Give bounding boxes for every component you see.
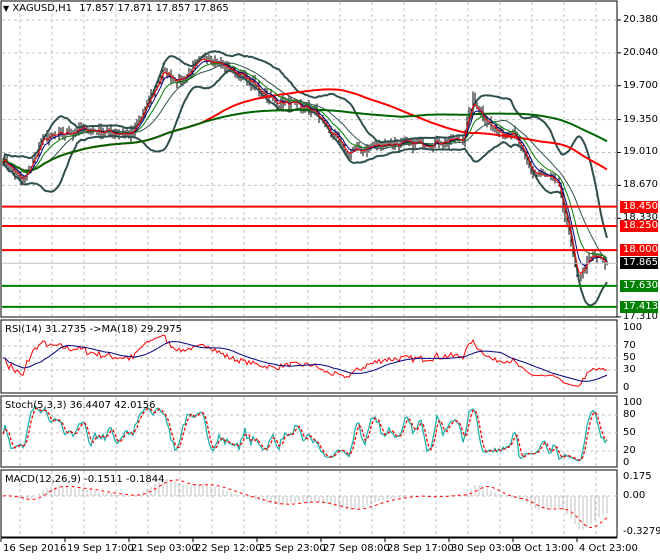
time-axis-label: 22 Sep 12:00 xyxy=(195,543,262,554)
rsi-axis-label: 30 xyxy=(623,364,636,375)
price-axis-label: 19.010 xyxy=(623,146,658,158)
ohlc-values: 17.857 17.871 17.857 17.865 xyxy=(79,3,229,14)
rsi-title: RSI(14) 31.2735 ->MA(18) 29.2975 xyxy=(5,324,182,335)
support-level-tag: 17.413 xyxy=(620,300,658,313)
macd-axis-label: 0.00 xyxy=(623,490,646,501)
price-axis-label: 19.350 xyxy=(623,113,658,125)
resistance-level-tag: 18.450 xyxy=(620,200,658,213)
stoch-axis-label: 50 xyxy=(623,427,636,438)
time-axis-label: 21 Sep 03:00 xyxy=(131,543,198,554)
rsi-axis-label: 0 xyxy=(623,382,630,393)
collapse-triangle-icon[interactable]: ▼ xyxy=(3,4,9,13)
rsi-axis-label: 50 xyxy=(623,352,636,363)
time-axis-label: 27 Sep 08:00 xyxy=(323,543,390,554)
stoch-axis-label: 0 xyxy=(623,457,630,468)
price-axis-label: 18.670 xyxy=(623,179,658,191)
support-level-tag: 17.630 xyxy=(620,279,658,292)
rsi-axis-label: 70 xyxy=(623,340,636,351)
price-axis-label: 19.700 xyxy=(623,79,658,91)
resistance-level-tag: 18.250 xyxy=(620,219,658,232)
time-axis-label: 19 Sep 17:00 xyxy=(67,543,134,554)
current-price-tag: 17.865 xyxy=(620,257,658,270)
time-axis-label: 25 Sep 23:00 xyxy=(259,543,326,554)
time-axis-label: 16 Sep 2016 xyxy=(3,543,67,554)
time-axis-label: 30 Sep 03:00 xyxy=(451,543,518,554)
time-axis-label: 4 Oct 23:00 xyxy=(579,543,638,554)
stoch-title: Stoch(5,3,3) 36.4407 42.0156 xyxy=(5,400,156,411)
rsi-axis-label: 100 xyxy=(623,322,643,333)
chart-header: ▼ XAGUSD,H1 17.857 17.871 17.857 17.865 xyxy=(3,3,229,15)
time-axis-label: 28 Sep 17:00 xyxy=(387,543,454,554)
macd-title: MACD(12,26,9) -0.1511 -0.1844 xyxy=(5,474,165,485)
stoch-axis-label: 100 xyxy=(623,397,643,408)
stoch-axis-label: 20 xyxy=(623,445,636,456)
macd-axis-label: -0.3279 xyxy=(623,526,660,538)
macd-axis-label: 0.175 xyxy=(623,470,652,482)
stoch-axis-label: 80 xyxy=(623,409,636,420)
symbol-label: XAGUSD,H1 xyxy=(12,3,73,14)
resistance-level-tag: 18.000 xyxy=(620,244,658,257)
price-axis-label: 20.040 xyxy=(623,46,658,58)
time-axis-label: 3 Oct 13:00 xyxy=(515,543,574,554)
price-axis-label: 20.380 xyxy=(623,14,658,25)
